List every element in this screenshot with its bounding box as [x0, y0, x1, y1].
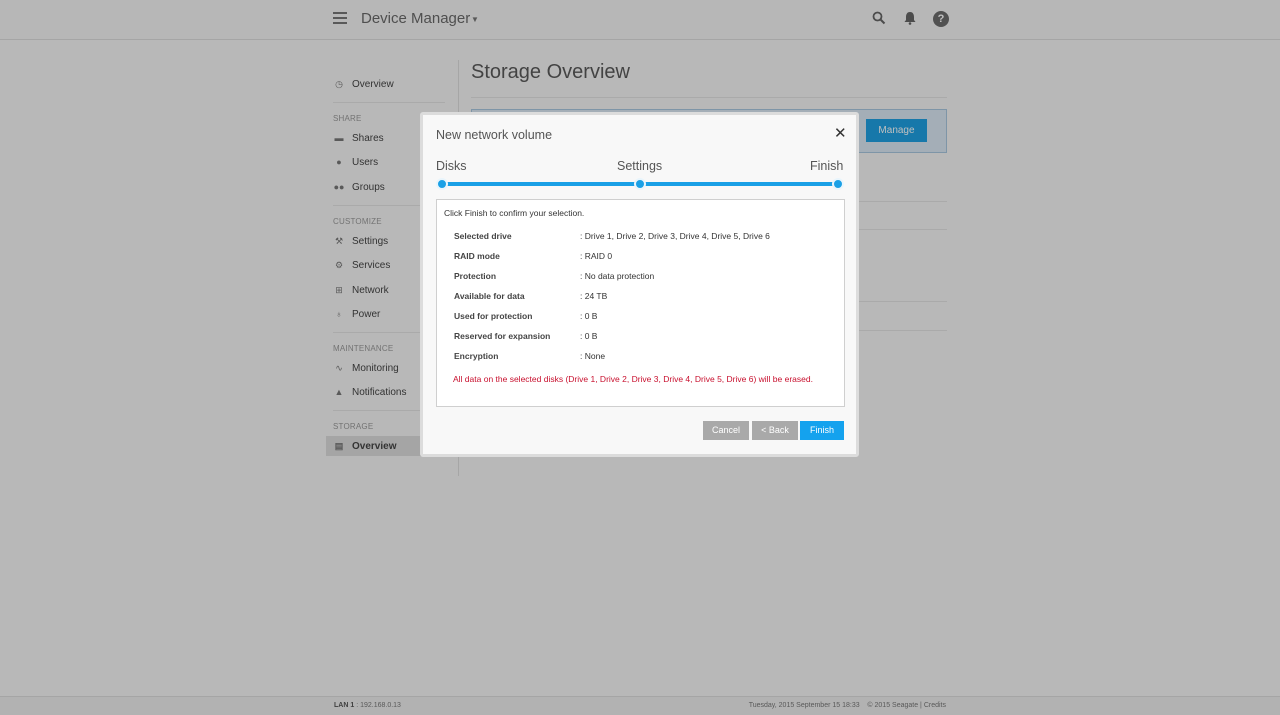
step-dot-finish — [832, 178, 844, 190]
row-value-encryption: : None — [580, 351, 606, 361]
row-label-reserved: Reserved for expansion — [454, 331, 551, 341]
back-button[interactable]: < Back — [752, 421, 798, 440]
cancel-button[interactable]: Cancel — [703, 421, 749, 440]
row-label-encryption: Encryption — [454, 351, 499, 361]
selection-summary: Click Finish to confirm your selection. … — [436, 199, 845, 407]
row-label-available: Available for data — [454, 291, 525, 301]
row-label-selected-drive: Selected drive — [454, 231, 512, 241]
row-value-available: : 24 TB — [580, 291, 608, 301]
row-value-selected-drive: : Drive 1, Drive 2, Drive 3, Drive 4, Dr… — [580, 231, 770, 241]
step-dot-disks — [436, 178, 448, 190]
row-value-used-protection: : 0 B — [580, 311, 598, 321]
summary-intro: Click Finish to confirm your selection. — [444, 208, 585, 218]
step-dot-settings — [634, 178, 646, 190]
close-icon[interactable]: ✕ — [834, 126, 847, 142]
dialog-title: New network volume — [436, 128, 553, 142]
erase-warning: All data on the selected disks (Drive 1,… — [453, 374, 813, 384]
finish-button[interactable]: Finish — [800, 421, 844, 440]
row-label-used-protection: Used for protection — [454, 311, 533, 321]
step-disks: Disks — [436, 159, 467, 173]
step-settings: Settings — [617, 159, 663, 173]
step-finish: Finish — [810, 159, 844, 173]
new-volume-dialog: New network volume ✕ Disks Settings Fini… — [420, 112, 859, 457]
row-value-reserved: : 0 B — [580, 331, 598, 341]
row-label-protection: Protection — [454, 271, 497, 281]
row-value-raid-mode: : RAID 0 — [580, 251, 613, 261]
row-value-protection: : No data protection — [580, 271, 655, 281]
row-label-raid-mode: RAID mode — [454, 251, 500, 261]
